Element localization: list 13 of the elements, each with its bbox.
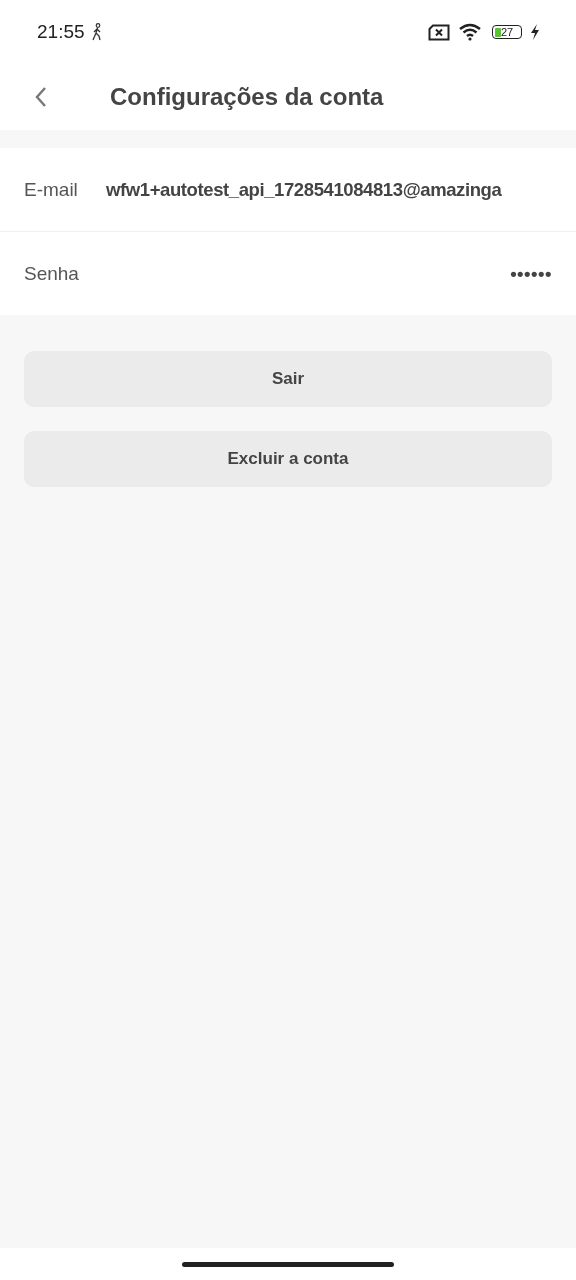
status-time: 21:55 xyxy=(37,21,85,43)
action-button[interactable]: Sair xyxy=(24,351,552,407)
action-button[interactable]: Excluir a conta xyxy=(24,431,552,487)
email-value: wfw1+autotest_api_1728541084813@amazinga xyxy=(106,178,502,201)
page-title: Configurações da conta xyxy=(110,83,384,111)
field-label: E-mail xyxy=(24,178,79,201)
walking-figure-icon xyxy=(90,23,103,41)
field-label: Senha xyxy=(24,262,80,285)
battery-icon: 27 xyxy=(492,25,522,39)
home-indicator[interactable] xyxy=(182,1261,394,1267)
no-sim-icon xyxy=(428,23,450,41)
charging-bolt-icon xyxy=(530,24,540,40)
password-value: •••••• xyxy=(510,262,552,285)
